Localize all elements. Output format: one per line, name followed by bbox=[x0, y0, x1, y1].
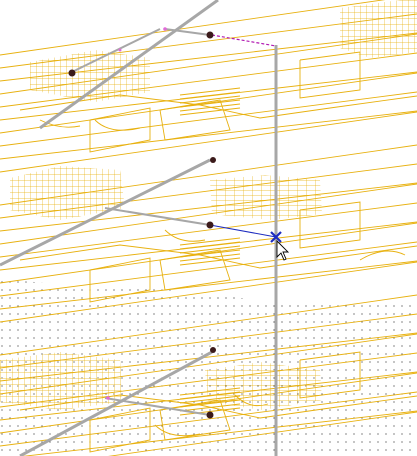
tiled-room bbox=[30, 50, 150, 102]
node-marker[interactable] bbox=[206, 411, 214, 419]
placement-line bbox=[209, 224, 277, 238]
node-marker[interactable] bbox=[68, 69, 76, 77]
floor-plan-line bbox=[0, 222, 417, 284]
cursor-arrow-icon bbox=[276, 239, 290, 261]
node-highlight bbox=[163, 27, 167, 31]
3d-view-canvas[interactable] bbox=[0, 0, 417, 456]
floor-plan-line bbox=[0, 111, 417, 173]
node-highlight bbox=[106, 396, 110, 400]
tiled-room bbox=[0, 352, 122, 410]
tiled-room bbox=[340, 0, 417, 58]
tiled-room bbox=[205, 362, 322, 410]
tiled-room bbox=[210, 175, 322, 220]
node-marker[interactable] bbox=[210, 347, 216, 353]
node-marker[interactable] bbox=[206, 221, 214, 229]
node-marker[interactable] bbox=[210, 157, 216, 163]
floor-plan-arc bbox=[359, 250, 406, 261]
3d-viewport[interactable] bbox=[0, 0, 417, 456]
floor-plan-line bbox=[179, 87, 241, 96]
node-marker[interactable] bbox=[206, 31, 214, 39]
floor-plan-line bbox=[179, 241, 241, 250]
floor-plan-arc bbox=[164, 229, 206, 242]
floor-plan-line bbox=[0, 110, 417, 160]
floor-plan-wall bbox=[299, 51, 361, 99]
floor-plan-line bbox=[179, 91, 241, 100]
node-highlight bbox=[118, 48, 122, 52]
